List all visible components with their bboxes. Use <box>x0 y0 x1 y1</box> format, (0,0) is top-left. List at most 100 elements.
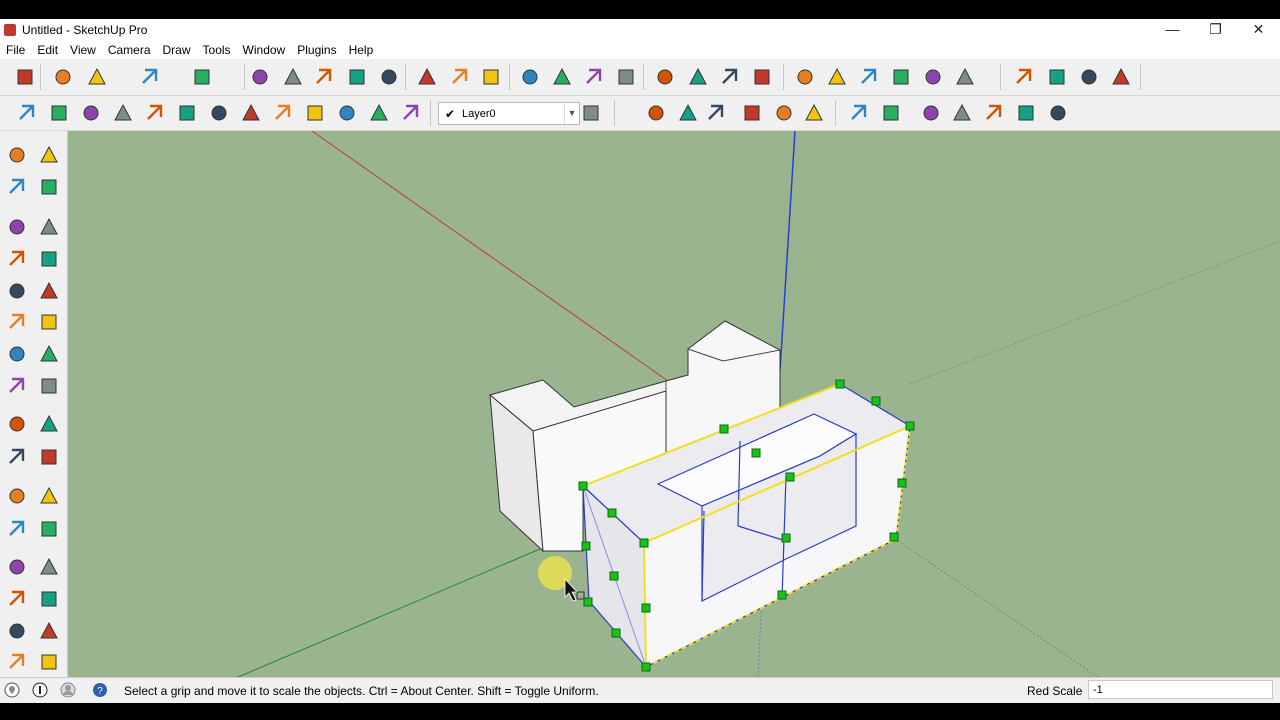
text-icon[interactable] <box>38 485 60 507</box>
right-view-icon[interactable] <box>890 66 912 88</box>
sandbox-icon-6[interactable] <box>803 102 825 124</box>
sandbox-icon-2[interactable] <box>677 102 699 124</box>
menu-plugins[interactable]: Plugins <box>291 43 342 57</box>
polygon-icon[interactable] <box>6 280 28 302</box>
push-pull-icon[interactable] <box>249 66 271 88</box>
follow-me-icon[interactable] <box>282 66 304 88</box>
axes-icon[interactable] <box>6 518 28 540</box>
sandbox-icon-7[interactable] <box>848 102 870 124</box>
pie-icon[interactable] <box>6 311 28 333</box>
line-icon[interactable] <box>38 216 60 238</box>
modeling-viewport[interactable] <box>68 131 1280 677</box>
plugin-m-icon[interactable] <box>16 102 38 124</box>
move-icon[interactable] <box>6 343 28 365</box>
restore-button[interactable]: ❐ <box>1194 19 1237 41</box>
sandbox-icon-8[interactable] <box>880 102 902 124</box>
zoom-extents-icon[interactable] <box>6 620 28 642</box>
tape-measure-icon[interactable] <box>416 66 438 88</box>
layer-dropdown[interactable]: ✔ Layer0 ▼ <box>438 102 580 125</box>
credits-icon[interactable] <box>32 682 48 698</box>
components-icon[interactable] <box>687 66 709 88</box>
walk-icon[interactable] <box>6 651 28 673</box>
pencil-line-icon[interactable] <box>86 66 108 88</box>
offset-icon[interactable] <box>38 413 60 435</box>
plugin-tag-icon[interactable] <box>48 102 70 124</box>
menu-tools[interactable]: Tools <box>197 43 237 57</box>
sandbox-icon-4[interactable] <box>741 102 763 124</box>
eraser-icon[interactable] <box>52 66 74 88</box>
paint-bucket-icon[interactable] <box>6 176 28 198</box>
front-view-icon[interactable] <box>826 66 848 88</box>
orbit-icon[interactable] <box>6 556 28 578</box>
sandbox-icon-1[interactable] <box>645 102 667 124</box>
sandbox-icon-3[interactable] <box>705 102 727 124</box>
push-pull-icon[interactable] <box>38 343 60 365</box>
sandbox-icon-12[interactable] <box>1015 102 1037 124</box>
sphere-icon[interactable] <box>240 102 262 124</box>
paint-bucket-icon[interactable] <box>480 66 502 88</box>
zoom-icon[interactable] <box>583 66 605 88</box>
sandbox-icon-9[interactable] <box>920 102 942 124</box>
rectangle-icon[interactable] <box>6 216 28 238</box>
pan-icon[interactable] <box>38 556 60 578</box>
plugin-br-icon[interactable] <box>144 102 166 124</box>
circle-icon[interactable] <box>6 248 28 270</box>
back-view-icon[interactable] <box>922 66 944 88</box>
menu-draw[interactable]: Draw <box>157 43 197 57</box>
two-point-arc-icon[interactable] <box>38 311 60 333</box>
preview-map-icon[interactable] <box>1013 66 1035 88</box>
protractor-icon[interactable] <box>6 485 28 507</box>
move-icon[interactable] <box>313 66 335 88</box>
arc-icon[interactable] <box>139 66 161 88</box>
sandbox-icon-11[interactable] <box>983 102 1005 124</box>
close-button[interactable]: ✕ <box>1237 19 1280 41</box>
iso-view-icon[interactable] <box>794 66 816 88</box>
add-location-icon[interactable] <box>1110 66 1132 88</box>
styles-icon[interactable] <box>751 66 773 88</box>
eraser-icon[interactable] <box>38 176 60 198</box>
scale-icon[interactable] <box>378 66 400 88</box>
user-account-icon[interactable] <box>60 682 76 698</box>
menu-help[interactable]: Help <box>343 43 380 57</box>
geo-location-icon[interactable] <box>1078 66 1100 88</box>
warehouse-icon[interactable] <box>654 66 676 88</box>
instructor-help-icon[interactable]: ? <box>92 682 108 698</box>
zoom-extents-icon[interactable] <box>615 66 637 88</box>
previous-view-icon[interactable] <box>38 620 60 642</box>
rotate-icon[interactable] <box>346 66 368 88</box>
left-view-icon[interactable] <box>954 66 976 88</box>
arc-icon[interactable] <box>38 280 60 302</box>
menu-window[interactable]: Window <box>237 43 292 57</box>
3d-text-icon[interactable] <box>38 518 60 540</box>
select-tool-icon[interactable] <box>6 144 28 166</box>
layer-manager-icon[interactable] <box>580 102 602 124</box>
menu-file[interactable]: File <box>0 43 31 57</box>
plugin-tree-icon[interactable] <box>304 102 326 124</box>
zoom-window-icon[interactable] <box>38 588 60 610</box>
photo-texture-icon[interactable] <box>1046 66 1068 88</box>
menu-view[interactable]: View <box>64 43 102 57</box>
dimension-icon[interactable] <box>38 446 60 468</box>
select-icon[interactable] <box>14 66 36 88</box>
materials-icon[interactable] <box>719 66 741 88</box>
make-component-icon[interactable] <box>38 144 60 166</box>
plugin-label-icon[interactable] <box>208 102 230 124</box>
menu-edit[interactable]: Edit <box>31 43 64 57</box>
orbit-icon[interactable] <box>519 66 541 88</box>
scene-canvas[interactable] <box>68 131 1280 677</box>
follow-me-icon[interactable] <box>38 375 60 397</box>
plugin-line-icon[interactable] <box>272 102 294 124</box>
look-around-icon[interactable] <box>38 651 60 673</box>
scale-icon[interactable] <box>6 413 28 435</box>
pan-icon[interactable] <box>551 66 573 88</box>
pause-icon[interactable] <box>400 102 422 124</box>
target-icon[interactable] <box>368 102 390 124</box>
freehand-icon[interactable] <box>38 248 60 270</box>
plugin-rt-icon[interactable] <box>112 102 134 124</box>
geo-location-icon[interactable] <box>4 682 20 698</box>
sandbox-icon-13[interactable] <box>1047 102 1069 124</box>
zoom-icon[interactable] <box>6 588 28 610</box>
rotate-icon[interactable] <box>6 375 28 397</box>
minimize-button[interactable]: — <box>1151 19 1194 41</box>
text-icon[interactable] <box>449 66 471 88</box>
